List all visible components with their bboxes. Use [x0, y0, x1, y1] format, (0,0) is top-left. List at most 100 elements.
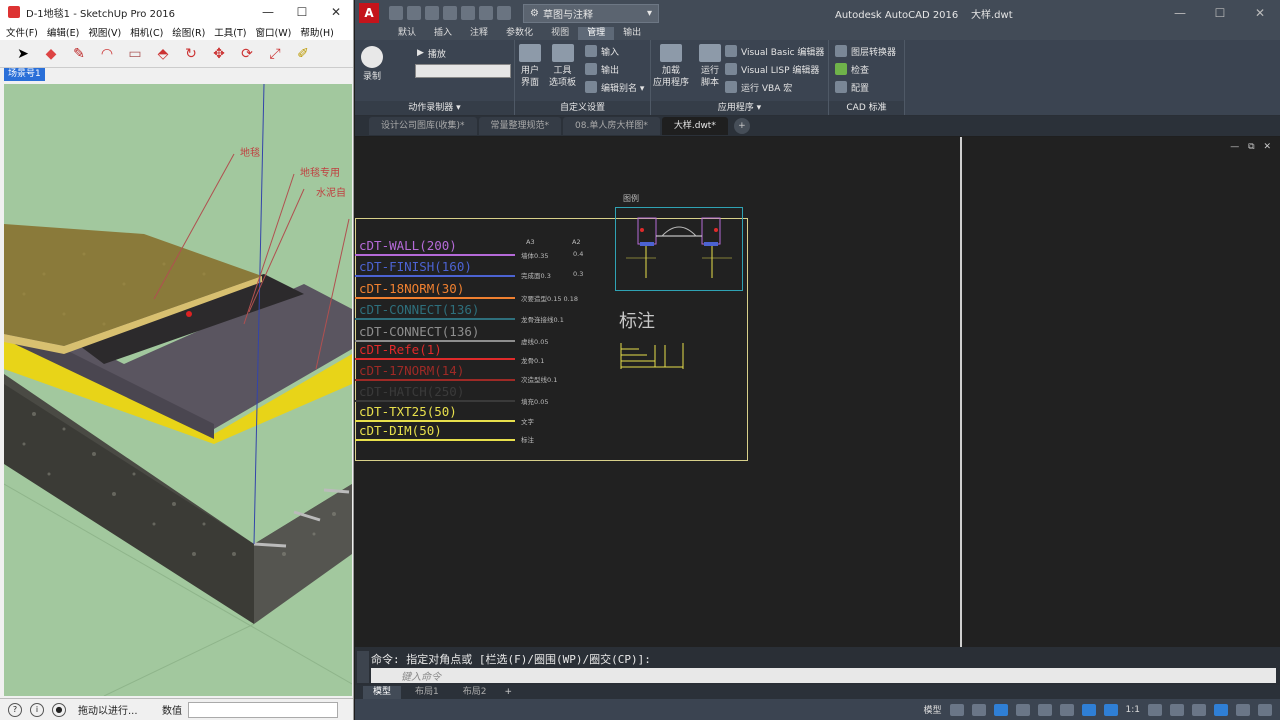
osnap-icon[interactable]	[1037, 703, 1052, 716]
customize-menu-icon[interactable]	[1258, 703, 1272, 716]
tab-layout2[interactable]: 布局2	[453, 686, 497, 699]
menu-edit[interactable]: 编辑(E)	[47, 25, 79, 39]
tab-view[interactable]: 视图	[542, 27, 578, 40]
tape-measure-tool-icon[interactable]: ✐	[292, 43, 314, 65]
model-space-label[interactable]: 模型	[924, 703, 942, 716]
grid-icon[interactable]	[949, 703, 964, 716]
doc-tab-active[interactable]: 大样.dwt*	[661, 117, 728, 135]
scale-header-a2: A2	[572, 238, 581, 246]
credits-icon[interactable]: i	[30, 702, 44, 717]
menu-file[interactable]: 文件(F)	[6, 25, 38, 39]
select-tool-icon[interactable]: ➤	[12, 43, 34, 65]
run-script-button[interactable]: 运行 脚本	[699, 44, 721, 89]
menu-camera[interactable]: 相机(C)	[130, 25, 163, 39]
rectangle-tool-icon[interactable]: ▭	[124, 43, 146, 65]
autocad-app-button[interactable]: A	[359, 3, 379, 23]
annotation-scale-icon[interactable]	[1103, 703, 1118, 716]
doc-tab[interactable]: 08.单人房大样图*	[563, 117, 660, 135]
maximize-button[interactable]: ☐	[285, 5, 319, 19]
hardware-accel-icon[interactable]	[1214, 703, 1228, 716]
cui-button[interactable]: 用户 界面	[519, 44, 541, 89]
layer-translator-button[interactable]: 图层转换器	[835, 42, 896, 60]
export-icon	[585, 63, 597, 75]
pencil-tool-icon[interactable]: ✎	[68, 43, 90, 65]
menu-tools[interactable]: 工具(T)	[214, 25, 246, 39]
lisp-editor-button[interactable]: Visual LISP 编辑器	[725, 60, 824, 78]
close-button[interactable]: ✕	[1240, 6, 1280, 20]
tab-default[interactable]: 默认	[389, 27, 425, 40]
menu-draw[interactable]: 绘图(R)	[172, 25, 205, 39]
pushpull-tool-icon[interactable]: ⬘	[152, 43, 174, 65]
menu-window[interactable]: 窗口(W)	[256, 25, 292, 39]
scale-tool-icon[interactable]: ⤢	[264, 43, 286, 65]
configure-standards-button[interactable]: 配置	[835, 78, 896, 96]
add-layout-plus-icon[interactable]: +	[504, 687, 512, 697]
viewport-divider[interactable]	[960, 137, 962, 647]
run-vba-macro-button[interactable]: 运行 VBA 宏	[725, 78, 824, 96]
edit-aliases-button[interactable]: 编辑别名 ▾	[585, 78, 644, 96]
rotate-tool-icon[interactable]: ⟳	[236, 43, 258, 65]
plus-icon[interactable]	[1170, 703, 1184, 716]
doc-tab[interactable]: 设计公司图库(收集)*	[369, 117, 477, 135]
record-button[interactable]: 录制	[361, 46, 383, 83]
eraser-tool-icon[interactable]: ◆	[40, 43, 62, 65]
clean-screen-icon[interactable]	[1236, 703, 1250, 716]
snap-icon[interactable]	[971, 703, 986, 716]
arc-tool-icon[interactable]: ◠	[96, 43, 118, 65]
tab-insert[interactable]: 插入	[425, 27, 461, 40]
tab-output[interactable]: 输出	[614, 27, 650, 40]
user-icon[interactable]: ●	[52, 702, 66, 717]
workspace-select[interactable]: ⚙ 草图与注释 ▾	[523, 3, 659, 23]
isolate-icon[interactable]	[1192, 703, 1206, 716]
scene-tab[interactable]: 场景号1	[4, 68, 45, 81]
maximize-button[interactable]: ☐	[1200, 6, 1240, 20]
command-line-grip[interactable]	[357, 651, 369, 683]
panel-title-applications[interactable]: 应用程序 ▾	[651, 101, 828, 115]
play-button[interactable]: ▶ 播放	[417, 44, 446, 62]
undo-icon[interactable]	[479, 6, 493, 20]
ceiling-detail-drawing	[626, 217, 732, 278]
close-button[interactable]: ✕	[319, 5, 353, 19]
minimize-button[interactable]: —	[1160, 6, 1200, 20]
import-customization-button[interactable]: 输入	[585, 42, 644, 60]
command-input[interactable]: 键入命令	[371, 668, 1276, 683]
lineweight-icon[interactable]	[1081, 703, 1096, 716]
annotation-scale-value[interactable]: 1:1	[1126, 705, 1140, 715]
export-customization-button[interactable]: 输出	[585, 60, 644, 78]
ortho-icon[interactable]	[993, 703, 1008, 716]
tab-manage[interactable]: 管理	[578, 27, 615, 40]
geolocation-icon[interactable]: ?	[8, 702, 22, 717]
measurements-box[interactable]	[188, 701, 338, 718]
sketchup-viewport[interactable]: 地毯 地毯专用 水泥自	[4, 84, 352, 696]
doc-tab[interactable]: 常量整理规范*	[478, 117, 562, 135]
menu-help[interactable]: 帮助(H)	[300, 25, 334, 39]
macro-select[interactable]	[415, 64, 511, 78]
tool-palettes-button[interactable]: 工具 选项板	[549, 44, 576, 89]
check-icon	[835, 63, 847, 75]
move-tool-icon[interactable]: ✥	[208, 43, 230, 65]
tab-model[interactable]: 模型	[363, 685, 402, 699]
saveas-icon[interactable]	[443, 6, 457, 20]
new-tab-plus-icon[interactable]: +	[733, 118, 750, 134]
tab-layout1[interactable]: 布局1	[405, 686, 449, 699]
check-standards-button[interactable]: 检查	[835, 60, 896, 78]
vba-editor-button[interactable]: Visual Basic 编辑器	[725, 42, 824, 60]
viewport-controls[interactable]: — ⧉ ✕	[1230, 142, 1274, 152]
minimize-button[interactable]: —	[251, 5, 285, 19]
panel-title-action-recorder[interactable]: 动作录制器 ▾	[355, 101, 514, 115]
drawing-area[interactable]: — ⧉ ✕ cDT-WALL(200) cDT-FINISH(160) cDT-…	[355, 137, 1280, 647]
otrack-icon[interactable]	[1059, 703, 1074, 716]
tab-parametric[interactable]: 参数化	[497, 27, 542, 40]
new-icon[interactable]	[389, 6, 403, 20]
vba-editor-icon	[725, 45, 737, 57]
redo-icon[interactable]	[497, 6, 511, 20]
open-icon[interactable]	[407, 6, 421, 20]
load-application-button[interactable]: 加载 应用程序	[653, 44, 689, 89]
tab-annotate[interactable]: 注释	[461, 27, 497, 40]
followme-tool-icon[interactable]: ↻	[180, 43, 202, 65]
polar-icon[interactable]	[1015, 703, 1030, 716]
save-icon[interactable]	[425, 6, 439, 20]
menu-view[interactable]: 视图(V)	[88, 25, 121, 39]
print-icon[interactable]	[461, 6, 475, 20]
workspace-gear-icon[interactable]	[1148, 703, 1162, 716]
